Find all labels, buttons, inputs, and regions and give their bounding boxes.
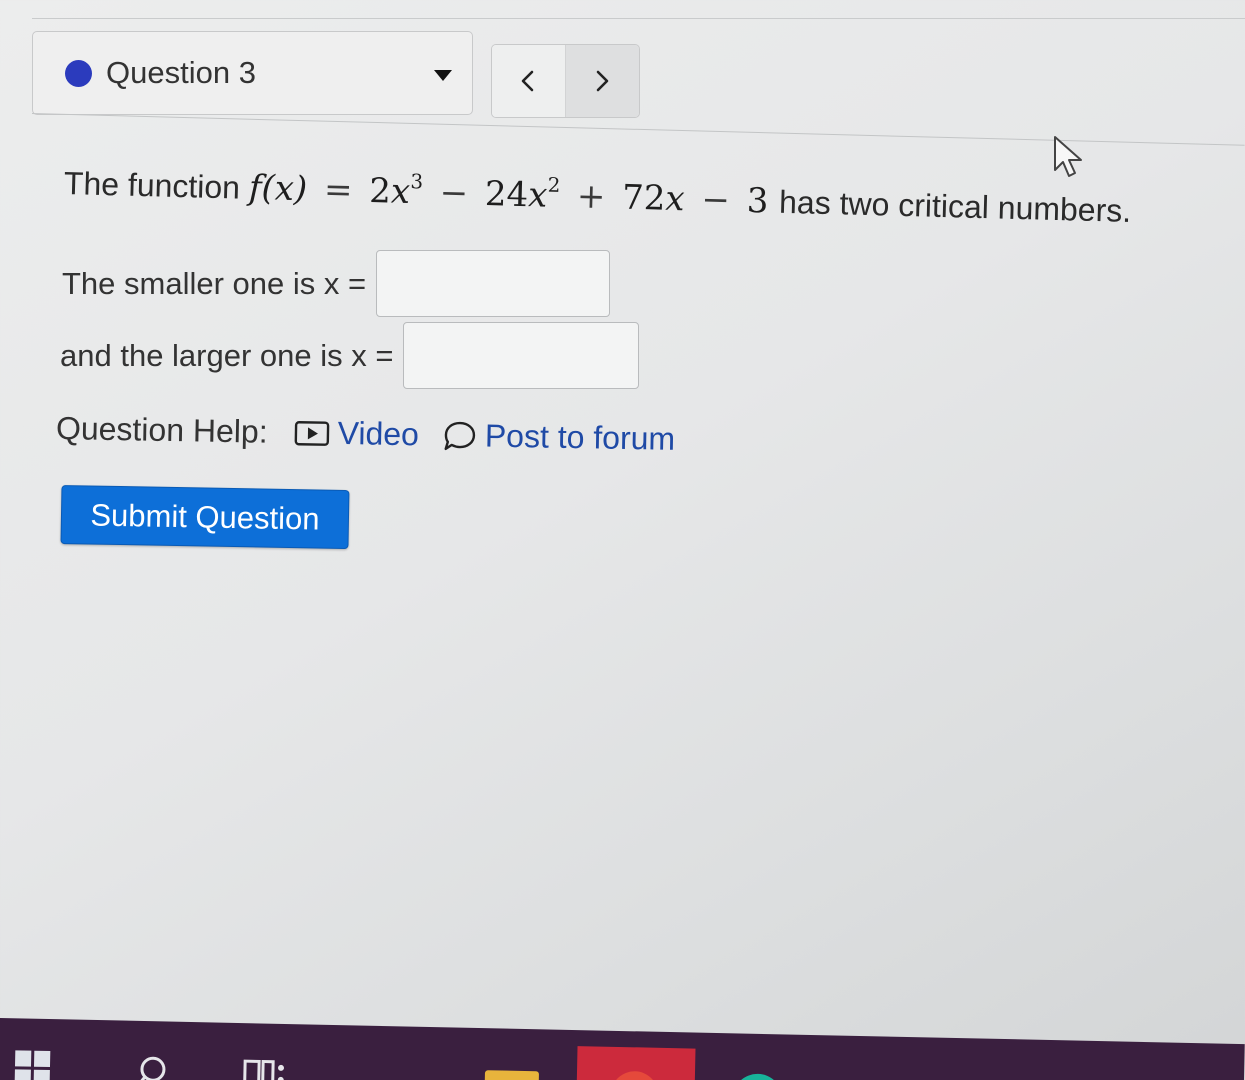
smaller-answer-row: The smaller one is x = (62, 250, 611, 317)
formula-term-1-variable: x (390, 171, 411, 213)
file-explorer-icon[interactable] (484, 1070, 540, 1080)
formula-operator-2: + (576, 176, 606, 218)
question-help: Question Help: Video Post to forum (56, 410, 700, 458)
question-selector[interactable]: Question 3 (32, 31, 473, 115)
post-to-forum-label: Post to forum (484, 417, 676, 457)
smaller-answer-input[interactable] (376, 250, 611, 317)
formula-equals: = (323, 169, 353, 211)
formula-term-3-coefficient: 72 (621, 177, 666, 219)
next-question-button[interactable] (565, 45, 639, 117)
formula-operator-1: − (439, 172, 469, 214)
top-divider (32, 18, 1245, 19)
video-link-label: Video (337, 414, 420, 453)
formula-term-1-coefficient: 2 (368, 171, 392, 212)
prompt-tail: has two critical numbers. (778, 183, 1132, 229)
question-prompt: The function f(x) = 2x3 − 24x2 + 72x − 3… (63, 160, 1131, 231)
formula-term-2-variable: x (527, 175, 548, 216)
mouse-pointer-icon (1054, 136, 1082, 177)
video-link[interactable]: Video (293, 414, 419, 453)
search-icon[interactable] (135, 1055, 172, 1080)
formula-operator-3: − (700, 179, 731, 221)
windows-icon[interactable] (13, 1048, 54, 1080)
prompt-lead: The function (63, 165, 241, 206)
question-status-dot (65, 59, 92, 87)
question-help-label: Question Help: (55, 410, 268, 450)
previous-question-button[interactable] (492, 45, 566, 117)
question-nav-group (491, 44, 640, 118)
smaller-answer-label: The smaller one is x = (62, 265, 367, 301)
formula-term-3-variable: x (664, 178, 686, 220)
formula-term-2-exponent: 2 (547, 172, 561, 197)
formula-term-4: 3 (746, 180, 769, 222)
formula-term-2-coefficient: 24 (484, 174, 529, 216)
chevron-left-icon (521, 70, 534, 92)
speech-bubble-icon (444, 421, 476, 450)
taskbar (0, 1018, 1245, 1080)
formula-term-1-exponent: 3 (410, 169, 424, 194)
app-icon[interactable] (731, 1073, 783, 1080)
post-to-forum-link[interactable]: Post to forum (443, 417, 676, 458)
caret-down-icon (434, 70, 452, 81)
submit-question-button[interactable]: Submit Question (60, 485, 350, 550)
chevron-right-icon (596, 70, 609, 92)
larger-answer-label: and the larger one is x = (60, 337, 394, 373)
larger-answer-row: and the larger one is x = (60, 322, 640, 389)
question-label: Question 3 (106, 55, 256, 90)
function-formula: f(x) = 2x3 − 24x2 + 72x − 3 (248, 168, 779, 222)
task-view-icon[interactable] (243, 1057, 288, 1080)
formula-function-name: f(x) (248, 167, 308, 210)
larger-answer-input[interactable] (403, 322, 640, 389)
video-icon (294, 420, 329, 446)
